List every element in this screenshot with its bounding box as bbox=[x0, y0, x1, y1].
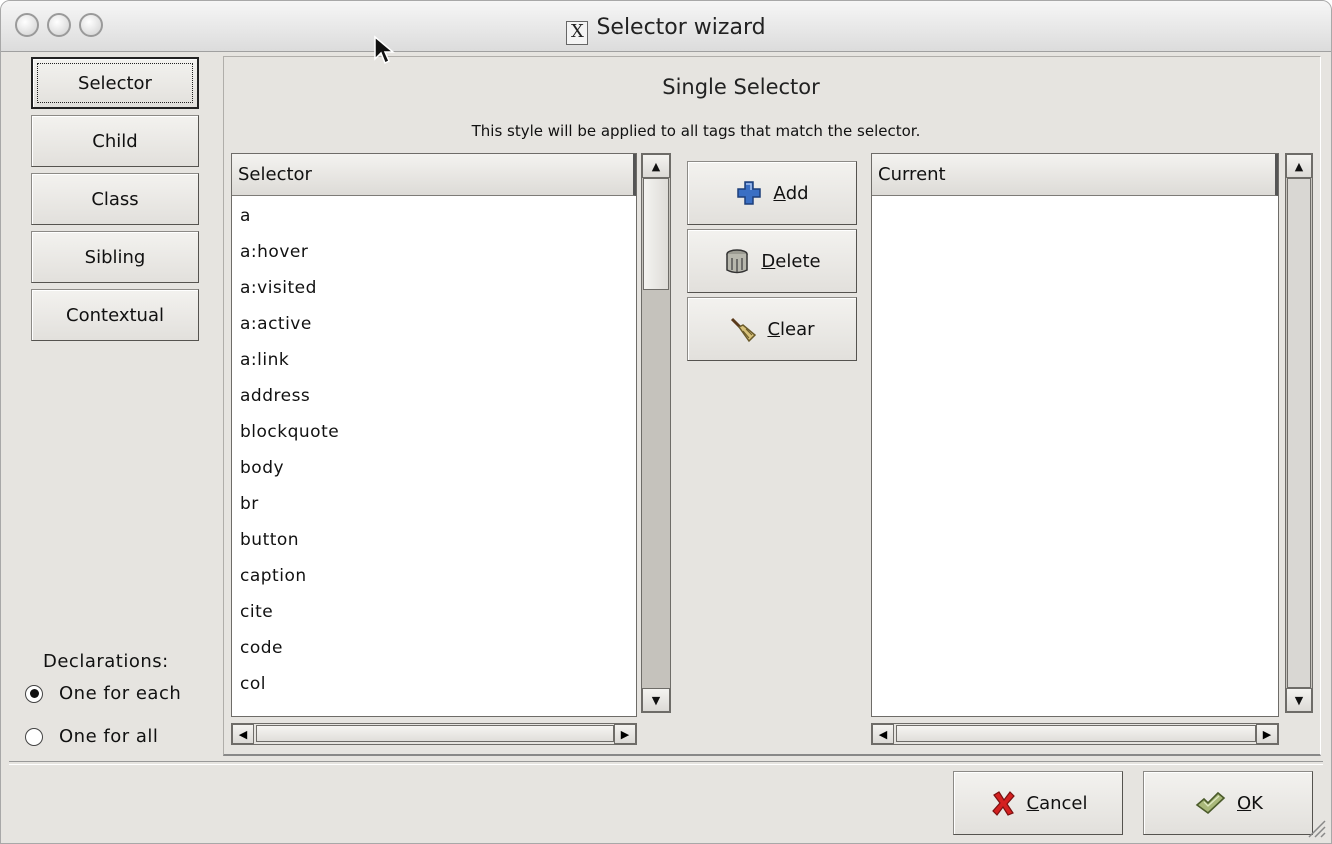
scroll-thumb[interactable] bbox=[643, 178, 669, 290]
scroll-down-arrow-icon[interactable]: ▼ bbox=[642, 688, 670, 712]
selector-horizontal-scrollbar[interactable]: ◀ ▶ bbox=[231, 723, 637, 745]
tab-contextual-label: Contextual bbox=[66, 304, 164, 326]
window-title-wrap: X Selector wizard bbox=[1, 15, 1331, 45]
radio-one-for-all-label: One for all bbox=[59, 726, 159, 747]
tab-child[interactable]: Child bbox=[31, 115, 199, 167]
radio-button[interactable] bbox=[25, 684, 43, 703]
tab-class-label: Class bbox=[91, 188, 139, 210]
add-button[interactable]: Add bbox=[687, 161, 857, 225]
scroll-left-arrow-icon[interactable]: ◀ bbox=[232, 724, 254, 744]
cancel-label-rest: ancel bbox=[1039, 792, 1088, 814]
tab-selector[interactable]: Selector bbox=[31, 57, 199, 109]
cancel-mnemonic: C bbox=[1026, 792, 1040, 814]
resize-grip-icon[interactable] bbox=[1301, 813, 1327, 839]
current-vertical-scrollbar[interactable]: ▲ ▼ bbox=[1285, 153, 1313, 713]
scroll-thumb[interactable] bbox=[256, 725, 614, 742]
broom-icon bbox=[731, 317, 757, 343]
current-list-header[interactable]: Current bbox=[872, 154, 1278, 196]
selector-list-item[interactable]: caption bbox=[232, 558, 636, 594]
current-list[interactable]: Current bbox=[871, 153, 1279, 717]
selector-list-item[interactable]: body bbox=[232, 450, 636, 486]
delete-button[interactable]: Delete bbox=[687, 229, 857, 293]
trash-can-icon bbox=[726, 249, 749, 274]
section-heading: Single Selector bbox=[662, 75, 820, 99]
selector-list-item[interactable]: a:active bbox=[232, 306, 636, 342]
clear-label-rest: lear bbox=[780, 318, 815, 340]
current-list-items bbox=[872, 198, 1278, 716]
selector-vertical-scrollbar[interactable]: ▲ ▼ bbox=[641, 153, 671, 713]
x11-icon: X bbox=[566, 21, 589, 45]
delete-mnemonic: D bbox=[761, 250, 776, 272]
scroll-up-arrow-icon[interactable]: ▲ bbox=[1286, 154, 1312, 178]
current-horizontal-scrollbar[interactable]: ◀ ▶ bbox=[871, 723, 1279, 745]
add-label-rest: dd bbox=[785, 182, 809, 204]
radio-one-for-each[interactable]: One for each bbox=[25, 683, 181, 704]
ok-mnemonic: O bbox=[1237, 792, 1252, 814]
selector-list-item[interactable]: a bbox=[232, 198, 636, 234]
radio-button[interactable] bbox=[25, 727, 43, 746]
title-bar[interactable]: X Selector wizard bbox=[1, 1, 1331, 52]
radio-selected-dot bbox=[29, 689, 39, 698]
scroll-thumb[interactable] bbox=[1287, 178, 1311, 688]
footer-separator bbox=[9, 761, 1323, 765]
section-description: This style will be applied to all tags t… bbox=[471, 122, 921, 140]
selector-list-item[interactable]: button bbox=[232, 522, 636, 558]
scroll-up-arrow-icon[interactable]: ▲ bbox=[642, 154, 670, 178]
selector-list-item[interactable]: code bbox=[232, 630, 636, 666]
selector-list-item[interactable]: address bbox=[232, 378, 636, 414]
selector-list-header[interactable]: Selector bbox=[232, 154, 636, 196]
window-title: Selector wizard bbox=[596, 15, 766, 40]
tab-sibling[interactable]: Sibling bbox=[31, 231, 199, 283]
tab-class[interactable]: Class bbox=[31, 173, 199, 225]
tab-contextual[interactable]: Contextual bbox=[31, 289, 199, 341]
selector-list-items: a a:hover a:visited a:active a:link address bl… bbox=[232, 198, 636, 716]
clear-button[interactable]: Clear bbox=[687, 297, 857, 361]
cancel-button[interactable]: Cancel bbox=[953, 771, 1123, 835]
tab-child-label: Child bbox=[92, 130, 138, 152]
plus-icon bbox=[737, 181, 762, 205]
selector-list-item[interactable]: cite bbox=[232, 594, 636, 630]
red-x-icon bbox=[991, 791, 1015, 816]
mouse-pointer-icon bbox=[374, 35, 395, 65]
selector-list-item[interactable]: a:visited bbox=[232, 270, 636, 306]
declarations-label: Declarations: bbox=[43, 651, 169, 672]
selector-wizard-window: X Selector wizard Selector Child Class Si… bbox=[0, 0, 1332, 844]
ok-label-rest: K bbox=[1251, 792, 1263, 814]
selector-list-item[interactable]: a:link bbox=[232, 342, 636, 378]
tab-sibling-label: Sibling bbox=[84, 246, 146, 268]
radio-one-for-all[interactable]: One for all bbox=[25, 726, 158, 747]
selector-list-item[interactable]: blockquote bbox=[232, 414, 636, 450]
scroll-right-arrow-icon[interactable]: ▶ bbox=[614, 724, 636, 744]
add-mnemonic: A bbox=[773, 182, 786, 204]
ok-button[interactable]: OK bbox=[1143, 771, 1313, 835]
scroll-right-arrow-icon[interactable]: ▶ bbox=[1256, 724, 1278, 744]
delete-label-rest: elete bbox=[775, 250, 821, 272]
selector-list-item[interactable]: br bbox=[232, 486, 636, 522]
scroll-left-arrow-icon[interactable]: ◀ bbox=[872, 724, 894, 744]
clear-mnemonic: C bbox=[767, 318, 781, 340]
scroll-thumb[interactable] bbox=[896, 725, 1256, 742]
checkmark-icon bbox=[1195, 791, 1226, 815]
radio-one-for-each-label: One for each bbox=[59, 683, 182, 704]
focus-ring bbox=[37, 63, 193, 103]
selector-list[interactable]: Selector a a:hover a:visited a:active a:link… bbox=[231, 153, 637, 717]
scroll-down-arrow-icon[interactable]: ▼ bbox=[1286, 688, 1312, 712]
selector-list-item[interactable]: col bbox=[232, 666, 636, 702]
selector-list-item[interactable]: a:hover bbox=[232, 234, 636, 270]
